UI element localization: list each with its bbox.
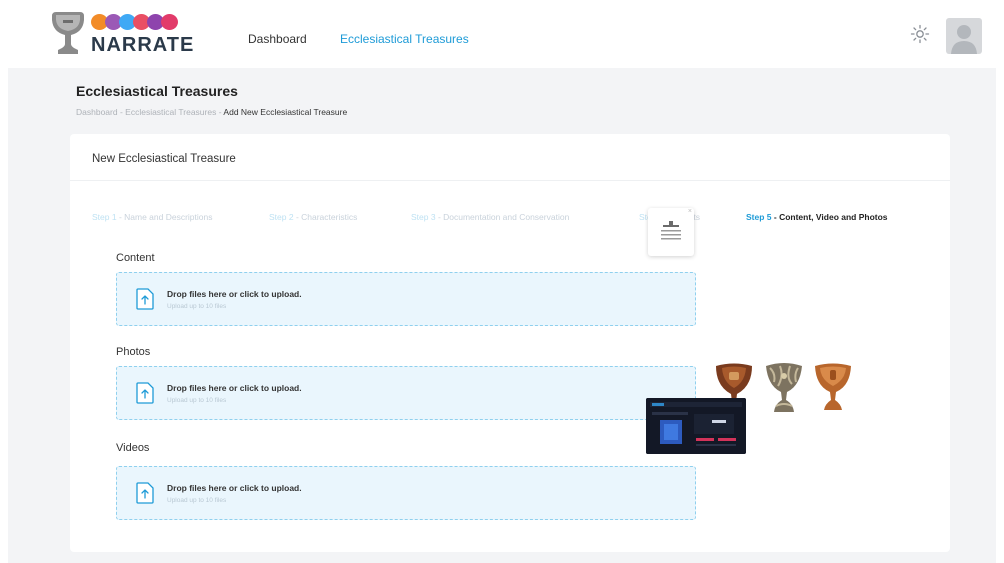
dropzone-text: Drop files here or click to upload. — [167, 483, 302, 493]
breadcrumb: Dashboard - Ecclesiastical Treasures - A… — [76, 107, 347, 117]
breadcrumb-current: Add New Ecclesiastical Treasure — [223, 107, 348, 117]
nav-ecclesiastical-treasures[interactable]: Ecclesiastical Treasures — [340, 32, 469, 46]
video-file-thumbnail[interactable] — [646, 398, 746, 454]
step-label: - Content, Video and Photos — [771, 212, 888, 222]
dropzone-limit-text: Upload up to 10 files — [167, 303, 227, 310]
remove-file-icon[interactable]: × — [688, 208, 692, 215]
content-section-label: Content — [116, 252, 155, 264]
step-number: Step 5 — [746, 212, 772, 222]
brand-name[interactable]: NARRATE — [91, 34, 194, 57]
dropzone-text: Drop files here or click to upload. — [167, 289, 302, 299]
step-1[interactable]: Step 1 - Name and Descriptions — [92, 212, 212, 222]
user-avatar-icon[interactable] — [946, 18, 982, 54]
videos-dropzone[interactable]: Drop files here or click to upload. Uplo… — [116, 466, 696, 520]
upload-file-icon — [136, 382, 154, 404]
photos-dropzone[interactable]: Drop files here or click to upload. Uplo… — [116, 366, 696, 420]
page-title: Ecclesiastical Treasures — [76, 83, 238, 99]
nav-dashboard[interactable]: Dashboard — [248, 32, 307, 46]
photo-thumbnail-chalice-3[interactable] — [812, 362, 854, 414]
step-3[interactable]: Step 3 - Documentation and Conservation — [411, 212, 569, 222]
breadcrumb-ecclesiastical-treasures[interactable]: Ecclesiastical Treasures — [125, 107, 216, 117]
step-2[interactable]: Step 2 - Characteristics — [269, 212, 357, 222]
upload-file-icon — [136, 482, 154, 504]
step-label: - Characteristics — [293, 212, 358, 222]
content-file-thumbnail[interactable]: × — [648, 208, 694, 256]
breadcrumb-dashboard[interactable]: Dashboard — [76, 107, 118, 117]
dropzone-text: Drop files here or click to upload. — [167, 383, 302, 393]
chalice-logo-icon — [52, 12, 84, 54]
step-number: Step 3 — [411, 212, 436, 222]
step-number: Step 1 — [92, 212, 117, 222]
upload-file-icon — [136, 288, 154, 310]
brand-color-dots — [91, 14, 178, 30]
top-navbar: NARRATE Dashboard Ecclesiastical Treasur… — [0, 0, 1004, 68]
step-5[interactable]: Step 5 - Content, Video and Photos — [746, 212, 888, 222]
video-preview-icon — [646, 398, 746, 454]
document-icon — [661, 221, 681, 240]
page-content: Ecclesiastical Treasures Dashboard - Ecc… — [8, 68, 996, 563]
card-title: New Ecclesiastical Treasure — [92, 153, 236, 165]
brand-dot — [161, 14, 178, 30]
content-dropzone[interactable]: Drop files here or click to upload. Uplo… — [116, 272, 696, 326]
sun-icon[interactable] — [910, 24, 930, 44]
card-header: New Ecclesiastical Treasure — [70, 134, 950, 181]
photo-thumbnail-chalice-2[interactable] — [762, 360, 806, 416]
dropzone-limit-text: Upload up to 10 files — [167, 497, 227, 504]
dropzone-limit-text: Upload up to 10 files — [167, 397, 227, 404]
step-label: - Documentation and Conservation — [435, 212, 570, 222]
photos-section-label: Photos — [116, 346, 151, 358]
step-label: - Name and Descriptions — [116, 212, 213, 222]
step-number: Step 2 — [269, 212, 294, 222]
videos-section-label: Videos — [116, 442, 150, 454]
treasure-form-card: New Ecclesiastical Treasure Step 1 - Nam… — [70, 134, 950, 552]
